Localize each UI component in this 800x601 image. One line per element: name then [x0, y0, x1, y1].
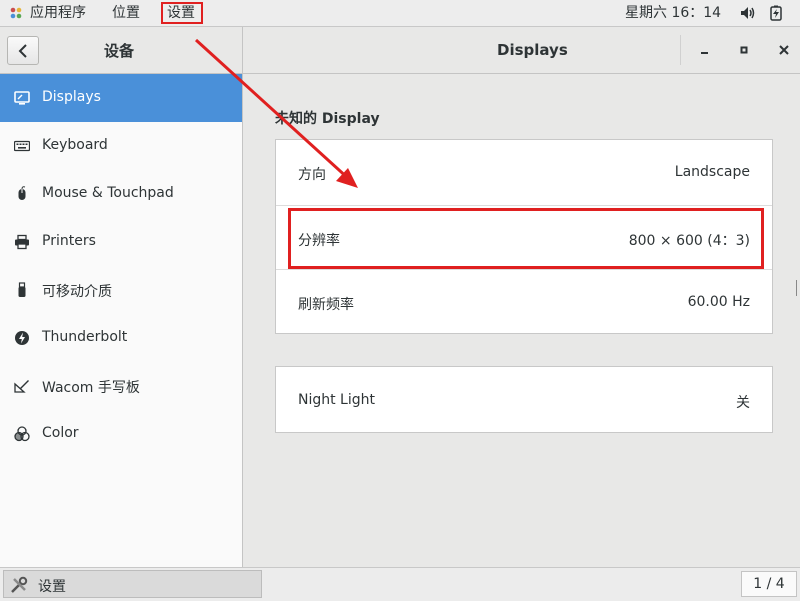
taskbar-settings-window[interactable]: 设置	[3, 570, 262, 598]
display-section-title: 未知的 Display	[275, 111, 380, 127]
sidebar-title: 设备	[104, 42, 135, 60]
volume-icon[interactable]	[740, 6, 756, 20]
sidebar-item-label: Printers	[42, 233, 96, 249]
night-light-label: Night Light	[298, 392, 375, 408]
sidebar-item-removable-media[interactable]: 可移动介质	[0, 266, 242, 314]
usb-drive-icon	[18, 282, 26, 297]
printer-icon	[15, 234, 29, 250]
top-bar: 应用程序 位置 设置 星期六 16：14	[0, 0, 800, 27]
sidebar-item-label: 可移动介质	[42, 284, 112, 300]
night-light-card: Night Light 关	[275, 366, 773, 433]
settings-menu-highlight	[161, 2, 203, 24]
refresh-rate-value: 60.00 Hz	[687, 294, 750, 310]
clock[interactable]: 星期六 16：14	[625, 0, 721, 26]
main-header: Displays	[243, 27, 800, 74]
displays-panel: 未知的 Display 方向 Landscape 分辨率 800 × 600 (…	[243, 74, 800, 567]
tablet-pen-icon	[14, 380, 29, 393]
sidebar-item-label: Color	[42, 425, 79, 441]
sidebar-header: 设备	[0, 27, 242, 74]
panel-edge-marker	[796, 280, 800, 296]
chevron-left-icon	[18, 44, 27, 58]
orientation-label: 方向	[298, 167, 326, 183]
close-icon[interactable]	[774, 40, 794, 60]
resolution-highlight	[288, 208, 764, 269]
thunderbolt-icon	[15, 331, 29, 345]
settings-tools-icon	[11, 576, 28, 593]
places-menu[interactable]: 位置	[112, 0, 140, 26]
sidebar: Displays Keyboard Mouse & Touchpad Print…	[0, 74, 242, 567]
orientation-value: Landscape	[674, 164, 750, 180]
sidebar-item-wacom[interactable]: Wacom 手写板	[0, 362, 242, 410]
night-light-row[interactable]: Night Light 关	[276, 368, 772, 432]
color-icon	[14, 426, 30, 442]
minimize-icon[interactable]	[694, 40, 714, 60]
sidebar-item-label: Wacom 手写板	[42, 380, 140, 396]
applications-menu[interactable]: 应用程序	[30, 0, 86, 26]
sidebar-item-displays[interactable]: Displays	[0, 74, 242, 122]
refresh-rate-label: 刷新频率	[298, 297, 354, 313]
maximize-icon[interactable]	[734, 40, 754, 60]
sidebar-item-printers[interactable]: Printers	[0, 218, 242, 266]
sidebar-item-label: Thunderbolt	[42, 329, 128, 345]
page-title: Displays	[497, 41, 568, 59]
sidebar-item-label: Mouse & Touchpad	[42, 185, 174, 201]
battery-icon[interactable]	[770, 5, 782, 21]
taskbar-item-label: 设置	[38, 579, 66, 595]
sidebar-item-label: Displays	[42, 89, 101, 105]
keyboard-icon	[14, 140, 30, 152]
orientation-row[interactable]: 方向 Landscape	[276, 140, 772, 204]
header-divider	[680, 35, 681, 65]
workspace-pager[interactable]: 1 / 4	[741, 571, 797, 597]
taskbar: 设置 1 / 4	[0, 567, 800, 601]
display-icon	[14, 91, 30, 105]
mouse-icon	[18, 186, 26, 200]
sidebar-item-color[interactable]: Color	[0, 410, 242, 458]
sidebar-item-keyboard[interactable]: Keyboard	[0, 122, 242, 170]
sidebar-item-thunderbolt[interactable]: Thunderbolt	[0, 314, 242, 362]
refresh-rate-row[interactable]: 刷新频率 60.00 Hz	[276, 269, 772, 334]
sidebar-item-mouse[interactable]: Mouse & Touchpad	[0, 170, 242, 218]
app-menu-icon	[10, 7, 22, 19]
night-light-value: 关	[736, 395, 750, 411]
sidebar-item-label: Keyboard	[42, 137, 108, 153]
back-button[interactable]	[7, 36, 39, 65]
